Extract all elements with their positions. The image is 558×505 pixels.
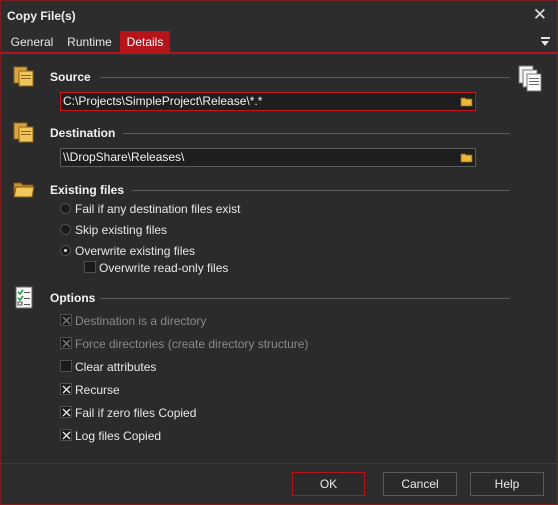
- source-section-title: Source: [50, 70, 91, 84]
- ok-button[interactable]: OK: [292, 472, 365, 496]
- skip-existing-radio[interactable]: [60, 224, 71, 235]
- files-copy-icon: [12, 64, 36, 88]
- options-section-title: Options: [50, 291, 96, 305]
- force-directories-label: Force directories (create directory stru…: [75, 337, 309, 351]
- tab-bar: General Runtime Details: [1, 31, 557, 54]
- folder-icon: [12, 177, 36, 201]
- destination-is-directory-checkbox[interactable]: [60, 314, 72, 326]
- source-path-value: C:\Projects\SimpleProject\Release\*.*: [63, 94, 263, 108]
- destination-section-title: Destination: [50, 126, 116, 140]
- window-title: Copy File(s): [7, 9, 76, 23]
- fail-if-zero-files-checkbox[interactable]: [60, 406, 72, 418]
- documents-icon[interactable]: [516, 64, 544, 92]
- skip-existing-label: Skip existing files: [75, 223, 168, 237]
- dialog-footer: OK Cancel Help: [1, 463, 557, 504]
- existing-files-divider: [132, 190, 510, 191]
- log-files-copied-label: Log files Copied: [75, 429, 162, 443]
- dropdown-menu-icon[interactable]: [541, 35, 551, 47]
- copy-files-dialog: Copy File(s) ✕ General Runtime Details S…: [0, 0, 558, 505]
- recurse-label: Recurse: [75, 383, 120, 397]
- folder-browse-icon[interactable]: [460, 95, 473, 108]
- source-path-input[interactable]: C:\Projects\SimpleProject\Release\*.*: [60, 92, 476, 111]
- overwrite-existing-label: Overwrite existing files: [75, 244, 196, 258]
- overwrite-readonly-checkbox[interactable]: [84, 261, 96, 273]
- destination-is-directory-label: Destination is a directory: [75, 314, 207, 328]
- existing-files-section-title: Existing files: [50, 183, 125, 197]
- overwrite-existing-radio[interactable]: [60, 245, 71, 256]
- source-divider: [100, 77, 510, 78]
- clear-attributes-label: Clear attributes: [75, 360, 157, 374]
- checklist-icon: [14, 286, 38, 310]
- recurse-checkbox[interactable]: [60, 383, 72, 395]
- destination-path-value: \\DropShare\Releases\: [63, 150, 185, 164]
- fail-if-zero-files-label: Fail if zero files Copied: [75, 406, 197, 420]
- overwrite-readonly-label: Overwrite read-only files: [99, 261, 229, 275]
- tab-details[interactable]: Details: [120, 31, 170, 54]
- title-bar: Copy File(s) ✕: [1, 1, 557, 31]
- fail-if-exist-radio[interactable]: [60, 203, 71, 214]
- destination-divider: [123, 133, 510, 134]
- files-copy-icon: [12, 120, 36, 144]
- fail-if-exist-label: Fail if any destination files exist: [75, 202, 241, 216]
- cancel-button[interactable]: Cancel: [383, 472, 457, 496]
- tab-runtime[interactable]: Runtime: [62, 31, 117, 54]
- force-directories-checkbox[interactable]: [60, 337, 72, 349]
- help-button[interactable]: Help: [470, 472, 544, 496]
- details-panel: Source C:\Projects\SimpleProject\Release…: [3, 56, 555, 463]
- log-files-copied-checkbox[interactable]: [60, 429, 72, 441]
- clear-attributes-checkbox[interactable]: [60, 360, 72, 372]
- options-divider: [100, 298, 510, 299]
- destination-path-input[interactable]: \\DropShare\Releases\: [60, 148, 476, 167]
- tab-general[interactable]: General: [5, 31, 59, 54]
- folder-browse-icon[interactable]: [460, 151, 473, 164]
- close-icon[interactable]: ✕: [533, 5, 547, 25]
